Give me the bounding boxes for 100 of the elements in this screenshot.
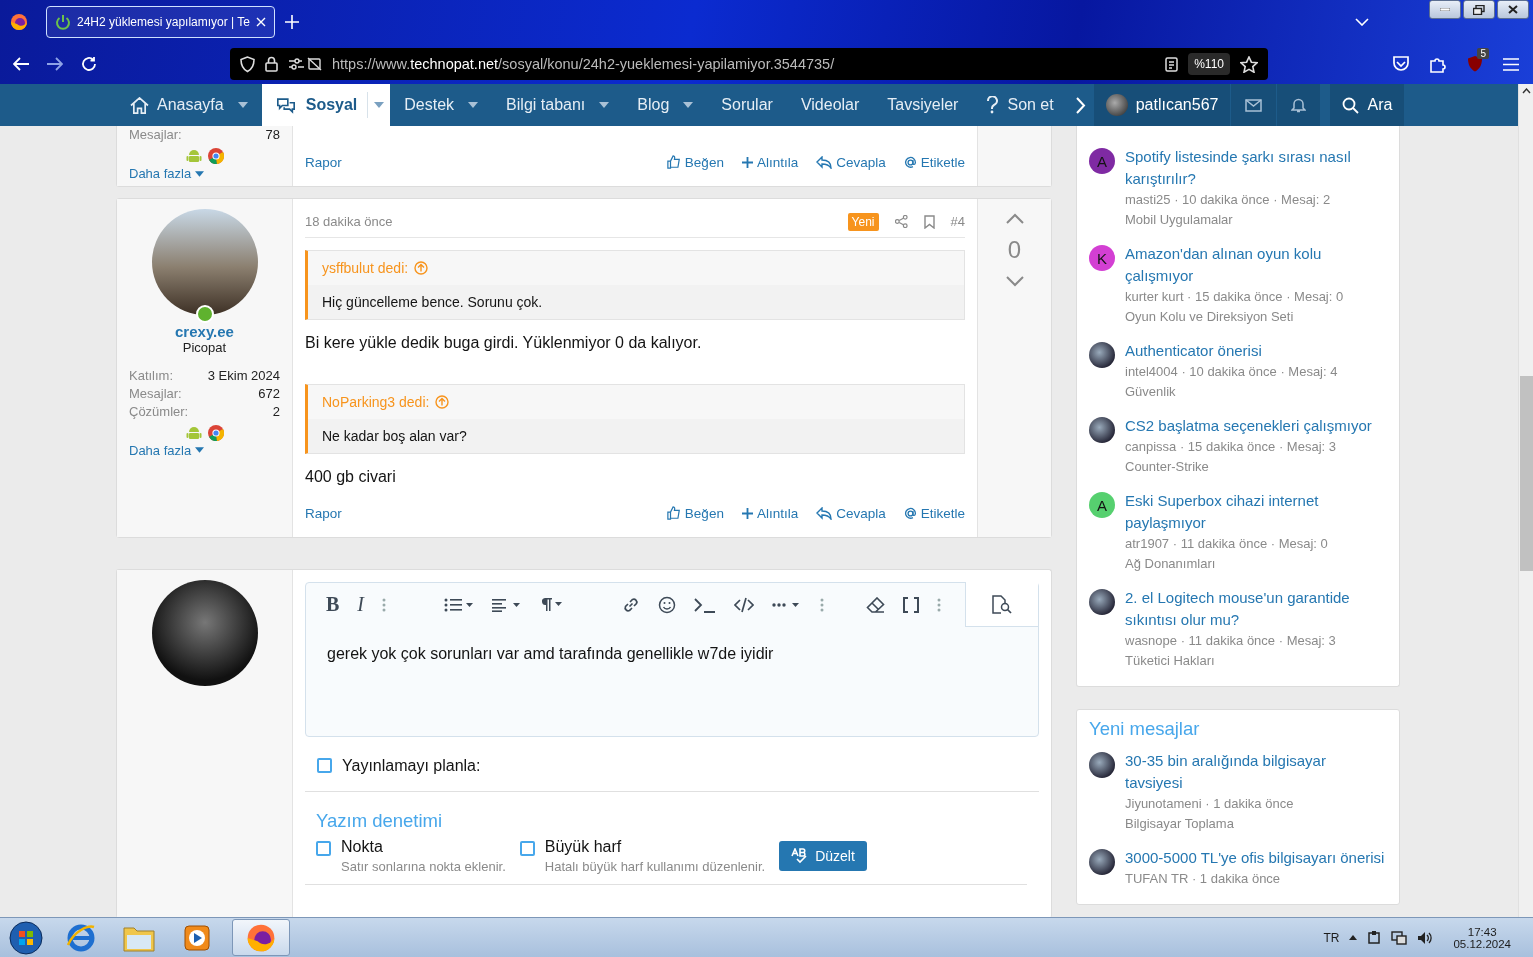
more-horizontal-icon[interactable]: [772, 600, 802, 609]
thread-title-link[interactable]: 30-35 bin aralığında bilgisayar tavsiyesi: [1125, 750, 1387, 794]
option-label[interactable]: Nokta: [341, 837, 506, 856]
clock-time[interactable]: 17:43: [1467, 925, 1497, 938]
clock-date[interactable]: 05.12.2024: [1453, 937, 1511, 950]
firefox-taskbar-button[interactable]: [232, 919, 290, 956]
caret-icon[interactable]: [683, 102, 694, 108]
more-link[interactable]: Daha fazla: [129, 442, 205, 458]
mail-icon[interactable]: [1245, 98, 1263, 112]
avatar-photo[interactable]: [1089, 752, 1115, 778]
avatar-photo[interactable]: [1089, 342, 1115, 368]
link-icon[interactable]: [622, 595, 640, 614]
post-number-link[interactable]: #4: [950, 214, 965, 230]
italic-button[interactable]: I: [357, 593, 364, 617]
like-link[interactable]: Beğen: [666, 154, 724, 170]
option-checkbox[interactable]: [316, 840, 331, 856]
nav-tab[interactable]: Destek: [390, 84, 493, 126]
nav-tab[interactable]: Sosyal: [261, 84, 391, 126]
nav-tab[interactable]: Videolar: [786, 84, 874, 126]
like-link[interactable]: Beğen: [666, 505, 724, 521]
firefox-icon[interactable]: [10, 13, 28, 31]
paragraph-icon[interactable]: [540, 597, 564, 613]
upvote-icon[interactable]: [1005, 212, 1024, 224]
quote-link[interactable]: Alıntıla: [741, 505, 799, 521]
nav-tab[interactable]: Tavsiyeler: [873, 84, 973, 126]
brackets-icon[interactable]: [903, 596, 919, 613]
menu-icon[interactable]: [1503, 57, 1519, 71]
preview-icon[interactable]: [992, 594, 1012, 614]
pocket-icon[interactable]: [1392, 56, 1410, 72]
quote-link[interactable]: Alıntıla: [741, 154, 799, 170]
eraser-icon[interactable]: [866, 596, 885, 613]
forum-link[interactable]: Counter-Strike: [1125, 457, 1372, 477]
forum-link[interactable]: Ağ Donanımları: [1125, 554, 1387, 574]
reader-view-icon[interactable]: [1165, 56, 1179, 72]
option-checkbox[interactable]: [519, 840, 535, 856]
thread-title-link[interactable]: 3000-5000 TL'ye ofis bilgisayarı önerisi: [1125, 847, 1385, 869]
forum-link[interactable]: Mobil Uygulamalar: [1125, 210, 1387, 230]
chevron-down-icon[interactable]: [1355, 18, 1369, 26]
forum-link[interactable]: Bilgisayar Toplama: [1125, 814, 1387, 834]
avatar-photo[interactable]: [1089, 589, 1115, 615]
tag-link[interactable]: Etiketle: [903, 505, 965, 521]
caret-icon[interactable]: [237, 102, 248, 108]
thread-title-link[interactable]: Eski Superbox cihazi internet paylaşmıyor: [1125, 490, 1387, 534]
nav-tab[interactable]: Bilgi tabanı: [492, 84, 624, 126]
reload-icon[interactable]: [81, 56, 97, 72]
caret-icon[interactable]: [468, 102, 479, 108]
caret-icon[interactable]: [374, 102, 385, 108]
bold-button[interactable]: B: [326, 593, 340, 617]
list-icon[interactable]: [444, 597, 474, 612]
network-icon[interactable]: [1391, 930, 1408, 945]
option-label[interactable]: Büyük harf: [544, 837, 766, 856]
device-icon[interactable]: [1367, 930, 1382, 945]
more-link[interactable]: Daha fazla: [129, 166, 205, 181]
bell-icon[interactable]: [1291, 97, 1307, 113]
avatar-photo[interactable]: [1089, 849, 1115, 875]
bookmark-icon[interactable]: [923, 214, 935, 229]
forum-link[interactable]: Güvenlik: [1125, 382, 1338, 402]
forward-icon[interactable]: [47, 57, 63, 71]
thread-title-link[interactable]: CS2 başlatma seçenekleri çalışmıyor: [1125, 415, 1372, 437]
nav-tab[interactable]: Sorular: [707, 84, 787, 126]
close-icon[interactable]: [255, 17, 266, 27]
forum-link[interactable]: Tüketici Hakları: [1125, 651, 1387, 671]
language-indicator[interactable]: TR: [1323, 930, 1340, 945]
scrollbar-thumb[interactable]: [1519, 376, 1533, 571]
reply-link[interactable]: Cevapla: [816, 505, 886, 521]
letter-avatar[interactable]: K: [1089, 245, 1115, 271]
thread-title-link[interactable]: 2. el Logitech mouse'un garantide sıkıntısı olur mu?: [1125, 587, 1387, 631]
search-button[interactable]: Ara: [1330, 84, 1405, 126]
browser-tab[interactable]: 24H2 yüklemesi yapılamıyor | Te: [46, 6, 275, 38]
puzzle-icon[interactable]: [1430, 55, 1447, 73]
address-bar[interactable]: https://www.technopat.net/sosyal/konu/24h2-yueklemesi-yapilamiyor.3544735/ %110: [230, 48, 1268, 80]
user-menu[interactable]: patlıcan567: [1093, 84, 1231, 126]
avatar-photo[interactable]: [1089, 417, 1115, 443]
back-icon[interactable]: [13, 57, 29, 71]
message-editor[interactable]: B I gerek yok çok sorunları var amd tarafında genellikle w7de iyidir: [305, 581, 1039, 737]
thread-title-link[interactable]: Amazon'dan alınan oyun kolu çalışmıyor: [1125, 243, 1387, 287]
scroll-up-icon[interactable]: [1521, 88, 1531, 94]
username-link[interactable]: crexy.ee: [175, 322, 234, 340]
zoom-level[interactable]: %110: [1188, 53, 1230, 75]
forum-link[interactable]: Oyun Kolu ve Direksiyon Seti: [1125, 307, 1387, 327]
star-icon[interactable]: [1240, 55, 1258, 73]
chevron-right-icon[interactable]: [1075, 96, 1086, 114]
schedule-label[interactable]: Yayınlamayı planla:: [342, 756, 481, 775]
reply-link[interactable]: Cevapla: [816, 154, 886, 170]
thread-title-link[interactable]: Spotify listesinde şarkı sırası nasıl karıştırılır?: [1125, 146, 1387, 190]
speaker-icon[interactable]: [1417, 930, 1434, 945]
close-button[interactable]: [1497, 0, 1529, 19]
terminal-icon[interactable]: [694, 596, 716, 613]
nav-tab[interactable]: Son et: [972, 84, 1068, 126]
nav-tab[interactable]: Anasayfa: [116, 84, 262, 126]
align-icon[interactable]: [492, 597, 522, 612]
schedule-checkbox[interactable]: [317, 758, 332, 774]
tray-arrow-icon[interactable]: [1349, 935, 1358, 940]
fix-button[interactable]: Düzelt: [779, 840, 867, 871]
nav-tab[interactable]: Blog: [623, 84, 708, 126]
new-tab-icon[interactable]: [284, 15, 299, 29]
code-icon[interactable]: [734, 596, 754, 613]
tag-link[interactable]: Etiketle: [903, 154, 965, 170]
restore-button[interactable]: [1463, 0, 1495, 19]
thread-title-link[interactable]: Authenticator önerisi: [1125, 340, 1338, 362]
